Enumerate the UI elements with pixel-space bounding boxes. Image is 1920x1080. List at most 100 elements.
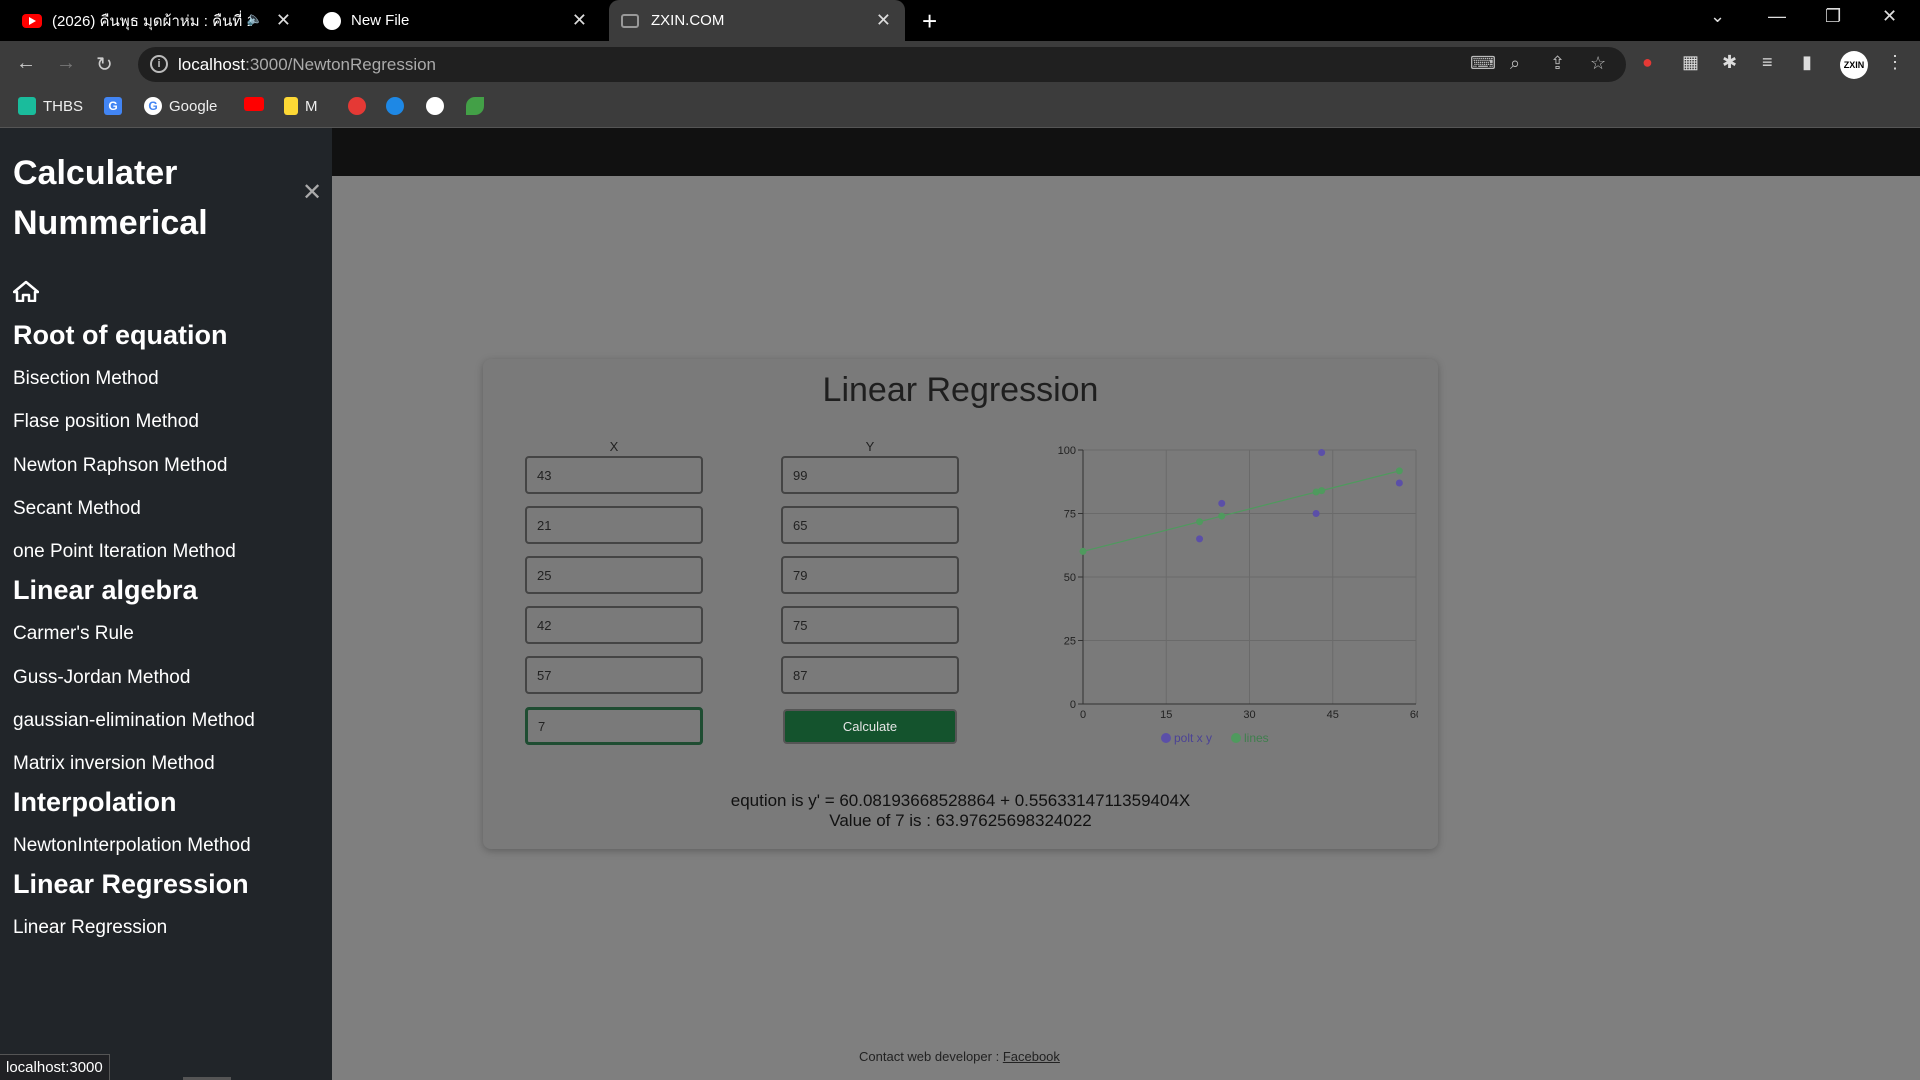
x-input-2[interactable] (525, 506, 703, 544)
youtube-icon (22, 13, 42, 28)
extensions-puzzle-icon[interactable]: ✱ (1722, 52, 1737, 73)
scatter-point (1196, 535, 1204, 543)
value-text: Value of 7 is : 63.97625698324022 (829, 811, 1092, 830)
google-icon: G (144, 97, 162, 115)
site-info-icon[interactable]: i (150, 55, 168, 73)
zoom-icon[interactable]: ⌕ (1510, 53, 1520, 74)
note-icon (284, 97, 298, 115)
y-tick-label: 25 (1064, 636, 1076, 648)
y-input-1[interactable] (781, 456, 959, 494)
bookmark-star-icon[interactable]: ☆ (1590, 53, 1606, 74)
x-input-1[interactable] (525, 456, 703, 494)
line-point (1079, 547, 1087, 555)
x-tick-label: 60 (1410, 709, 1418, 721)
nav-item-newton-interpolation[interactable]: NewtonInterpolation Method (13, 835, 251, 857)
y-input-5[interactable] (781, 656, 959, 694)
speaker-icon[interactable]: 🔈 (247, 11, 263, 27)
nav-item-gaussian-elimination[interactable]: gaussian-elimination Method (13, 710, 255, 732)
nav-item-secant[interactable]: Secant Method (13, 498, 141, 520)
y-tick-label: 50 (1064, 572, 1076, 584)
new-tab-button[interactable]: + (922, 6, 937, 37)
reload-icon[interactable]: ↻ (96, 52, 113, 77)
scatter-point (1218, 499, 1226, 507)
bookmark-leaf[interactable] (466, 97, 491, 115)
square-icon (18, 97, 36, 115)
tab-search-icon[interactable]: ⌄ (1710, 6, 1725, 27)
youtube-icon (244, 97, 264, 111)
close-tab-icon[interactable]: ✕ (876, 10, 891, 31)
x-input-4[interactable] (525, 606, 703, 644)
tab-title: (2026) คืนพุธ มุดผ้าห่ม : คืนที่ 11 (52, 12, 252, 30)
tab-title: ZXIN.COM (651, 12, 725, 29)
compass-icon (386, 97, 404, 115)
profile-avatar[interactable]: ZXIN (1840, 51, 1868, 79)
nav-item-false-position[interactable]: Flase position Method (13, 411, 199, 433)
line-point (1218, 512, 1226, 520)
nav-item-bisection[interactable]: Bisection Method (13, 368, 159, 390)
side-panel-icon[interactable]: ▮ (1802, 52, 1812, 73)
menu-kebab-icon[interactable]: ⋮ (1886, 52, 1904, 73)
home-icon[interactable] (12, 280, 40, 307)
tab-zxin[interactable]: ZXIN.COM ✕ (609, 0, 905, 41)
url-text[interactable]: localhost:3000/NewtonRegression (178, 55, 436, 75)
nav-item-linear-regression[interactable]: Linear Regression (13, 917, 167, 939)
minimize-button[interactable]: — (1768, 6, 1786, 27)
bookmark-translate[interactable]: G (104, 97, 129, 115)
sidebar: Calculater Nummerical ✕ Root of equation… (0, 128, 332, 1080)
y-input-3[interactable] (781, 556, 959, 594)
share-icon[interactable]: ⇪ (1550, 53, 1565, 74)
footer: Contact web developer : Facebook (859, 1049, 1060, 1064)
extension-hand-icon[interactable]: ● (1642, 52, 1653, 73)
bookmark-m[interactable]: M (284, 97, 318, 115)
query-x-input[interactable] (525, 707, 703, 745)
close-tab-icon[interactable]: ✕ (276, 10, 291, 31)
nav-item-cramers-rule[interactable]: Carmer's Rule (13, 623, 134, 645)
regression-line (1082, 470, 1400, 552)
status-url-tooltip: localhost:3000 (0, 1054, 110, 1080)
bookmark-compass[interactable] (386, 97, 411, 115)
equation-text: eqution is y' = 60.08193668528864 + 0.55… (730, 791, 1191, 810)
tab-new-file[interactable]: New File ✕ (311, 0, 601, 41)
back-arrow-icon[interactable]: ← (16, 52, 36, 75)
close-sidebar-icon[interactable]: ✕ (302, 178, 322, 207)
regression-card: Linear Regression X Y Calculate 0 15 30 45 6… (483, 359, 1438, 849)
x-input-3[interactable] (525, 556, 703, 594)
nav-heading-root-of-equation: Root of equation (13, 320, 228, 350)
y-tick-label: 75 (1064, 509, 1076, 521)
media-control-icon[interactable]: ≡ (1762, 52, 1773, 73)
x-input-5[interactable] (525, 656, 703, 694)
bookmark-youtube[interactable] (244, 97, 271, 111)
tab-youtube[interactable]: (2026) คืนพุธ มุดผ้าห่ม : คืนที่ 11 🔈 ✕ (10, 0, 305, 41)
close-tab-icon[interactable]: ✕ (572, 10, 587, 31)
forward-arrow-icon[interactable]: → (56, 52, 76, 75)
app-icon (348, 97, 366, 115)
nav-item-gauss-jordan[interactable]: Guss-Jordan Method (13, 667, 190, 689)
y-input-4[interactable] (781, 606, 959, 644)
bookmark-app[interactable] (348, 97, 373, 115)
nav-item-one-point-iteration[interactable]: one Point Iteration Method (13, 541, 236, 563)
restore-button[interactable]: ❐ (1825, 6, 1841, 27)
bookmark-github[interactable] (426, 97, 451, 115)
qr-code-icon[interactable]: ▦ (1682, 52, 1699, 73)
bookmark-thbs[interactable]: THBS (18, 97, 83, 115)
x-tick-label: 0 (1080, 709, 1086, 721)
bookmark-google[interactable]: G Google (144, 97, 217, 115)
translate-icon[interactable]: ⌨ (1470, 53, 1496, 74)
browser-toolbar: ← → ↻ i localhost:3000/NewtonRegression … (0, 41, 1920, 88)
calculate-button[interactable]: Calculate (783, 709, 957, 744)
legend-swatch (1161, 733, 1171, 743)
close-window-button[interactable]: ✕ (1882, 6, 1897, 27)
scatter-point (1318, 449, 1326, 457)
y-input-2[interactable] (781, 506, 959, 544)
x-tick-label: 15 (1160, 709, 1172, 721)
address-bar[interactable]: i localhost:3000/NewtonRegression ⌨ ⌕ ⇪ … (138, 47, 1626, 82)
x-column-label: X (609, 439, 619, 454)
facebook-link[interactable]: Facebook (1003, 1049, 1060, 1064)
page-title: Linear Regression (822, 371, 1099, 409)
leaf-icon (466, 97, 484, 115)
nav-heading-linear-algebra: Linear algebra (13, 575, 198, 605)
nav-item-newton-raphson[interactable]: Newton Raphson Method (13, 455, 227, 477)
x-tick-label: 45 (1327, 709, 1339, 721)
top-navbar (332, 128, 1920, 176)
nav-item-matrix-inversion[interactable]: Matrix inversion Method (13, 753, 215, 775)
